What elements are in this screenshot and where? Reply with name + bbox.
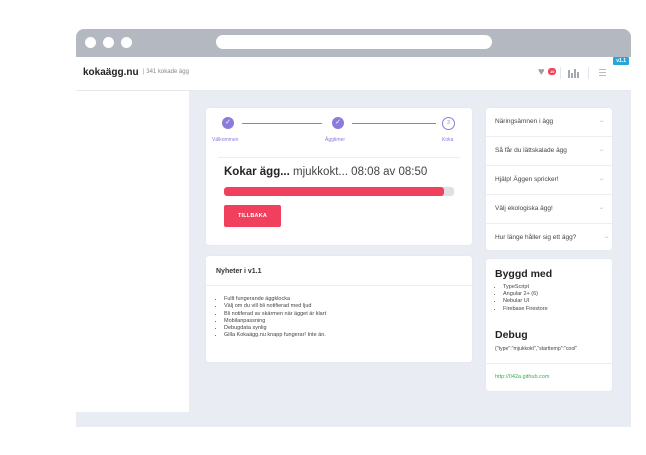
- faq-item-shelf-life[interactable]: Hur länge håller sig ett ägg? ⌄: [486, 224, 612, 250]
- step-label-welcome: Välkommen: [212, 137, 239, 143]
- page-viewport: kokaägg.nu | 341 kokade ägg v1.1 ♥ 10 ✓ …: [76, 57, 631, 427]
- faq-item-label: Näringsämnen i ägg: [495, 118, 554, 125]
- window-dot-close[interactable]: [85, 37, 96, 48]
- news-item: Välj om du vill bli notifierad med ljud: [224, 303, 326, 310]
- faq-item-organic[interactable]: Välj ekologiska ägg! ⌄: [486, 195, 612, 224]
- step-2-check-icon[interactable]: ✓: [332, 117, 344, 129]
- faq-item-label: Så får du lättskalade ägg: [495, 147, 567, 154]
- browser-window: kokaägg.nu | 341 kokade ägg v1.1 ♥ 10 ✓ …: [76, 29, 631, 427]
- eggs-count-text: | 341 kokade ägg: [143, 69, 189, 75]
- timer-title: Kokar ägg...: [224, 166, 290, 178]
- step-label-timer: Äggtimer: [325, 137, 346, 143]
- news-title: Nyheter i v1.1: [216, 268, 262, 275]
- address-bar[interactable]: [216, 35, 492, 49]
- step-connector: [242, 123, 322, 124]
- sidebar: [76, 91, 189, 412]
- timer-progress-fill: [224, 187, 444, 196]
- timer-progress-bar: [224, 187, 454, 196]
- faq-item-label: Hjälp! Äggen spricker!: [495, 176, 559, 183]
- news-item: Fullt fungerande äggklocka: [224, 296, 326, 303]
- news-item: Mobilanpassning: [224, 318, 326, 325]
- window-dot-minimize[interactable]: [103, 37, 114, 48]
- header-divider: [560, 67, 561, 79]
- stepper-divider: [218, 157, 460, 158]
- built-with-list: TypeScript Angular 2+ (6) Nebular UI Fir…: [495, 284, 548, 313]
- faq-item-easy-peel[interactable]: Så får du lättskalade ägg ⌄: [486, 137, 612, 166]
- timer-status: Kokar ägg... mjukkokt... 08:08 av 08:50: [224, 166, 427, 178]
- stats-icon[interactable]: [568, 68, 579, 78]
- step-connector: [352, 123, 436, 124]
- chevron-down-icon: ⌄: [597, 118, 606, 124]
- news-list: Fullt fungerande äggklocka Välj om du vi…: [216, 296, 326, 340]
- step-label-cook: Koka: [442, 137, 454, 143]
- built-with-item: TypeScript: [503, 284, 548, 291]
- faq-item-label: Välj ekologiska ägg!: [495, 205, 553, 212]
- chevron-down-icon: ⌄: [602, 234, 611, 240]
- card-divider: [486, 363, 612, 364]
- built-with-item: Angular 2+ (6): [503, 291, 548, 298]
- timer-detail: mjukkokt... 08:08 av 08:50: [293, 166, 428, 178]
- faq-item-cracking[interactable]: Hjälp! Äggen spricker! ⌄: [486, 166, 612, 195]
- window-dot-maximize[interactable]: [121, 37, 132, 48]
- header: kokaägg.nu | 341 kokade ägg v1.1 ♥ 10: [76, 57, 631, 91]
- heart-icon[interactable]: ♥: [538, 67, 545, 78]
- built-with-item: Firebase Firestore: [503, 306, 548, 313]
- built-with-title: Byggd med: [495, 268, 553, 280]
- chevron-down-icon: ⌄: [597, 176, 606, 182]
- faq-item-label: Hur länge håller sig ett ägg?: [495, 234, 577, 241]
- info-card: Byggd med TypeScript Angular 2+ (6) Nebu…: [486, 259, 612, 391]
- version-badge: v1.1: [613, 57, 629, 65]
- eggs-count-value: 341 kokade ägg: [146, 69, 189, 75]
- debug-data: {"type":"mjukkokt","starttemp":"cool": [495, 346, 578, 352]
- step-3-number[interactable]: 3: [442, 117, 455, 130]
- app-logo-text[interactable]: kokaägg.nu: [83, 67, 139, 78]
- timer-card: ✓ ✓ 3 Välkommen Äggtimer Koka Kokar ägg.…: [206, 108, 472, 245]
- debug-title: Debug: [495, 329, 528, 341]
- back-button[interactable]: TILLBAKA: [224, 205, 281, 227]
- header-divider: [588, 67, 589, 79]
- menu-icon[interactable]: [599, 69, 606, 78]
- browser-chrome: [76, 29, 631, 57]
- built-with-item: Nebular UI: [503, 298, 548, 305]
- step-1-check-icon[interactable]: ✓: [222, 117, 234, 129]
- news-item: Debugdata synlig: [224, 325, 326, 332]
- chevron-down-icon: ⌄: [597, 205, 606, 211]
- news-item: Gilla Kokaägg.nu knapp fungerar! Inte än…: [224, 332, 326, 339]
- chevron-down-icon: ⌄: [597, 147, 606, 153]
- news-card: Nyheter i v1.1 Fullt fungerande äggklock…: [206, 256, 472, 362]
- faq-item-nutrients[interactable]: Näringsämnen i ägg ⌄: [486, 108, 612, 137]
- news-item: Bli notiferad av skärmen när ägget är kl…: [224, 311, 326, 318]
- news-divider: [206, 285, 472, 286]
- favorites-badge: 10: [548, 68, 557, 75]
- faq-accordion: Näringsämnen i ägg ⌄ Så får du lättskalad…: [486, 108, 612, 250]
- github-link[interactable]: http://042a.github.com: [495, 374, 549, 380]
